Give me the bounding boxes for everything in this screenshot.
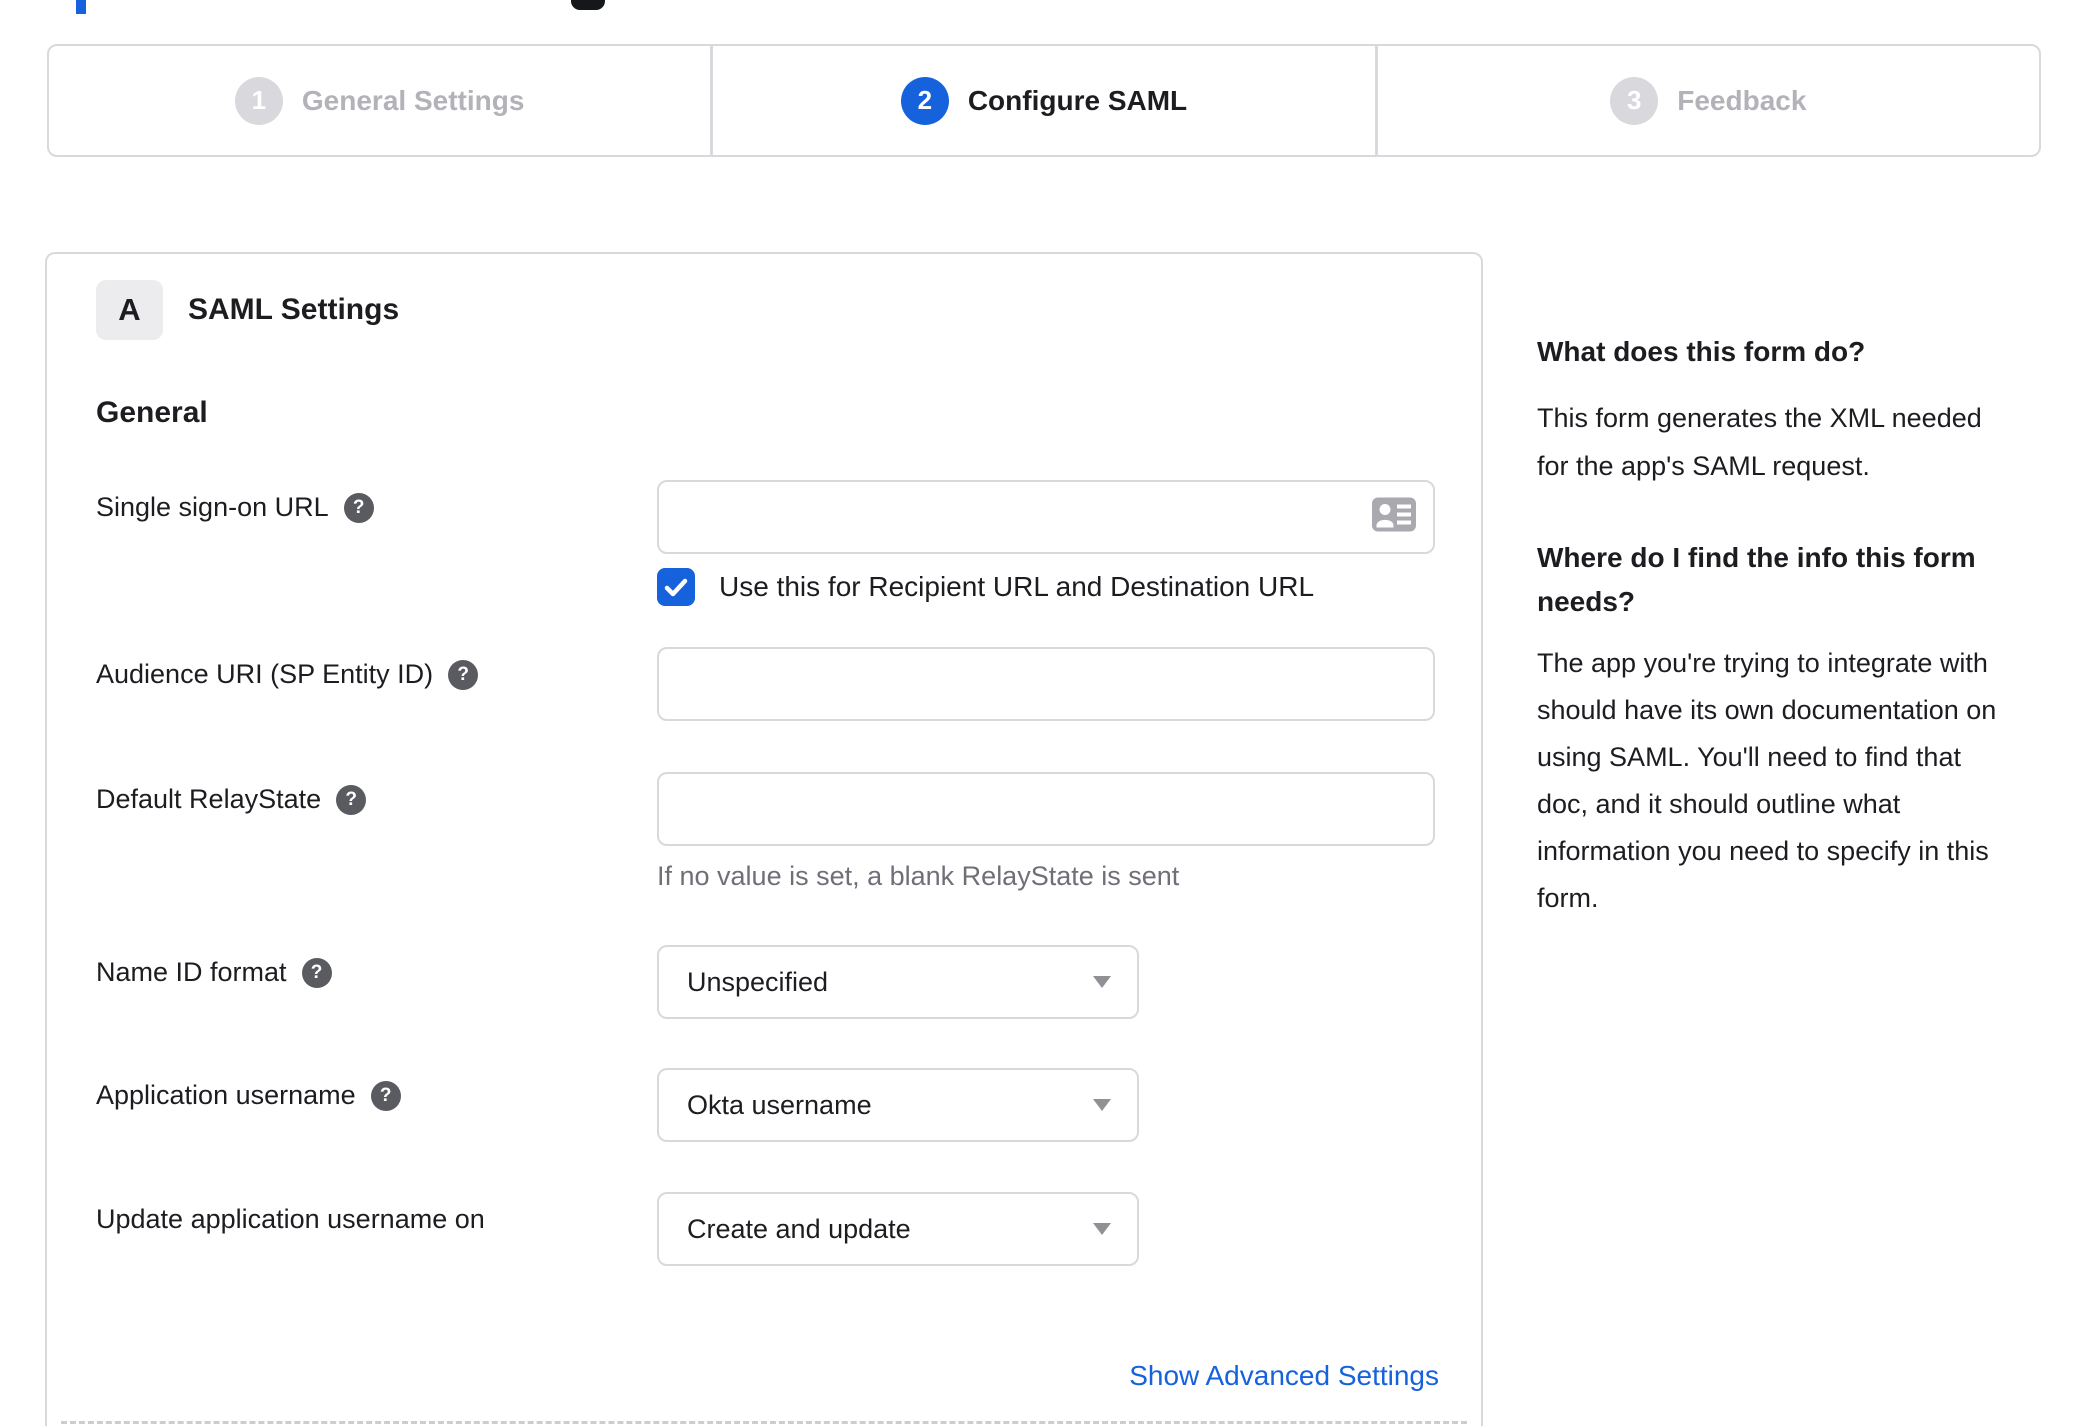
sso-url-row: Single sign-on URL ?	[96, 480, 1435, 554]
audience-uri-row: Audience URI (SP Entity ID) ?	[96, 647, 1435, 721]
paragraph-line: The app you're trying to integrate with	[1537, 648, 1988, 678]
help-icon[interactable]: ?	[301, 957, 332, 988]
recipient-url-checkbox-label: Use this for Recipient URL and Destinati…	[719, 571, 1315, 602]
sidebar-paragraph-what: This form generates the XML needed for t…	[1537, 394, 2077, 490]
sidebar-heading-what: What does this form do?	[1537, 336, 1866, 367]
update-username-label-wrap: Update application username on	[96, 1192, 657, 1235]
chevron-down-icon	[1093, 1223, 1111, 1235]
help-icon[interactable]: ?	[370, 1080, 401, 1111]
step-label: Configure SAML	[967, 84, 1188, 116]
relaystate-hint: If no value is set, a blank RelayState i…	[657, 861, 1180, 891]
help-icon[interactable]: ?	[343, 492, 374, 523]
name-id-format-value: Unspecified	[687, 966, 829, 997]
paragraph-line: form.	[1537, 883, 1599, 913]
general-section-heading: General	[96, 396, 208, 429]
section-a-badge: A	[96, 280, 163, 340]
sidebar-heading-where: Where do I find the info this form needs…	[1537, 536, 2077, 624]
cutoff-blue-fragment	[76, 0, 86, 14]
audience-uri-input[interactable]	[657, 647, 1435, 721]
relaystate-row: Default RelayState ?	[96, 772, 1435, 846]
heading-line: Where do I find the info this form	[1537, 542, 1976, 573]
update-username-label: Update application username on	[96, 1204, 485, 1234]
application-username-select[interactable]: Okta username	[657, 1068, 1139, 1142]
recipient-url-checkbox-row: Use this for Recipient URL and Destinati…	[657, 568, 1435, 606]
paragraph-line: information you need to specify in this	[1537, 836, 1989, 866]
show-advanced-settings-link[interactable]: Show Advanced Settings	[1129, 1360, 1439, 1392]
sidebar-paragraph-where: The app you're trying to integrate with …	[1537, 640, 2077, 922]
paragraph-line: This form generates the XML needed	[1537, 403, 1982, 433]
help-icon[interactable]: ?	[336, 784, 367, 815]
relaystate-input[interactable]	[657, 772, 1435, 846]
chevron-down-icon	[1093, 1099, 1111, 1111]
step-number-badge: 2	[900, 76, 949, 125]
sso-url-label: Single sign-on URL	[96, 492, 329, 522]
audience-uri-label: Audience URI (SP Entity ID)	[96, 659, 434, 689]
paragraph-line: should have its own documentation on	[1537, 695, 1997, 725]
relaystate-label: Default RelayState	[96, 784, 322, 814]
update-username-select[interactable]: Create and update	[657, 1192, 1139, 1266]
relaystate-input-wrap	[657, 772, 1435, 846]
wizard-stepper: 1 General Settings 2 Configure SAML 3 Fe…	[47, 44, 2041, 157]
paragraph-line: doc, and it should outline what	[1537, 789, 1901, 819]
application-username-label-wrap: Application username ?	[96, 1068, 657, 1111]
step-configure-saml[interactable]: 2 Configure SAML	[710, 46, 1374, 155]
sso-url-input-wrap	[657, 480, 1435, 554]
audience-uri-label-wrap: Audience URI (SP Entity ID) ?	[96, 647, 657, 690]
sso-url-input[interactable]	[657, 480, 1435, 554]
section-dashed-divider	[61, 1421, 1467, 1424]
paragraph-line: for the app's SAML request.	[1537, 451, 1870, 481]
contact-card-icon	[1371, 497, 1417, 538]
cutoff-dark-fragment	[571, 0, 605, 10]
help-sidebar: What does this form do? This form genera…	[1537, 332, 2077, 922]
name-id-format-label-wrap: Name ID format ?	[96, 945, 657, 988]
audience-uri-input-wrap	[657, 647, 1435, 721]
update-username-value: Create and update	[687, 1213, 911, 1244]
help-icon[interactable]: ?	[448, 659, 479, 690]
sso-url-label-wrap: Single sign-on URL ?	[96, 480, 657, 523]
update-username-row: Update application username on Create an…	[96, 1192, 1435, 1266]
step-label: General Settings	[301, 84, 525, 116]
card-title: SAML Settings	[188, 293, 400, 326]
step-feedback[interactable]: 3 Feedback	[1374, 46, 2039, 155]
name-id-format-label: Name ID format	[96, 957, 287, 987]
application-username-label: Application username	[96, 1080, 356, 1110]
application-username-row: Application username ? Okta username	[96, 1068, 1435, 1142]
checkmark-icon	[664, 578, 688, 596]
relaystate-label-wrap: Default RelayState ?	[96, 772, 657, 815]
step-number-badge: 1	[234, 76, 283, 125]
card-header: A SAML Settings	[96, 280, 1435, 340]
name-id-format-select[interactable]: Unspecified	[657, 945, 1139, 1019]
saml-settings-card: A SAML Settings General Single sign-on U…	[45, 252, 1483, 1426]
step-label: Feedback	[1677, 84, 1807, 116]
application-username-value: Okta username	[687, 1089, 872, 1120]
chevron-down-icon	[1093, 976, 1111, 988]
name-id-format-row: Name ID format ? Unspecified	[96, 945, 1435, 1019]
paragraph-line: using SAML. You'll need to find that	[1537, 742, 1961, 772]
step-number-badge: 3	[1610, 76, 1659, 125]
advanced-settings-row: Show Advanced Settings	[96, 1360, 1439, 1392]
step-general-settings[interactable]: 1 General Settings	[49, 46, 710, 155]
heading-line: needs?	[1537, 586, 1636, 617]
recipient-url-checkbox[interactable]	[657, 568, 695, 606]
